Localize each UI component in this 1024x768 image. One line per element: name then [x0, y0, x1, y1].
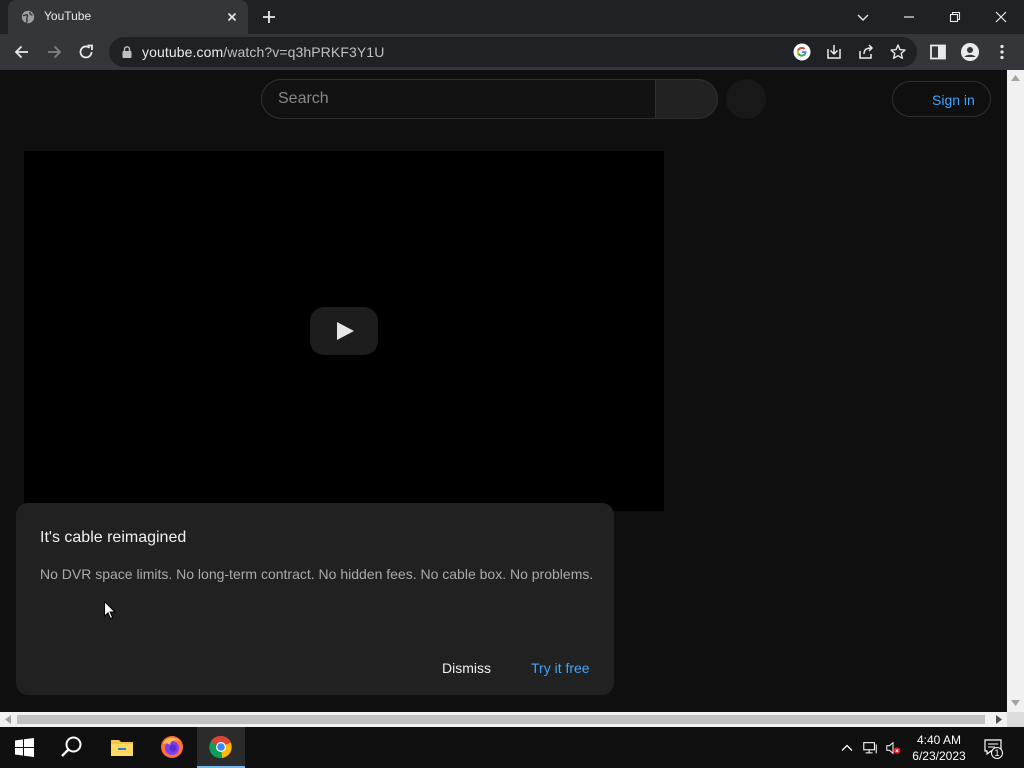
google-lens-icon[interactable]: [793, 43, 811, 61]
notification-center-button[interactable]: 1: [976, 727, 1024, 768]
horizontal-scroll-thumb[interactable]: [17, 715, 985, 724]
dialog-body: No DVR space limits. No long-term contra…: [40, 566, 594, 582]
search-button[interactable]: [655, 79, 718, 119]
reload-icon[interactable]: [76, 42, 96, 62]
search-icon: [61, 736, 82, 757]
back-icon[interactable]: [12, 42, 32, 62]
install-app-icon[interactable]: [825, 43, 843, 61]
more-menu-icon[interactable]: [992, 42, 1012, 62]
minimize-icon[interactable]: [898, 6, 920, 28]
url-host: youtube.com: [142, 44, 224, 60]
scroll-left-icon[interactable]: [5, 715, 11, 724]
close-tab-icon[interactable]: [224, 9, 240, 25]
new-tab-icon[interactable]: [260, 8, 278, 26]
address-bar[interactable]: youtube.com/watch?v=q3hPRKF3Y1U: [109, 37, 917, 67]
taskbar-file-explorer[interactable]: [98, 727, 146, 768]
bookmark-star-icon[interactable]: [889, 43, 907, 61]
search-box[interactable]: [261, 79, 655, 119]
try-it-free-button[interactable]: Try it free: [531, 660, 590, 676]
sign-in-button[interactable]: Sign in: [892, 81, 991, 117]
mouse-cursor-icon: [104, 601, 116, 620]
taskbar-chrome[interactable]: [197, 727, 245, 768]
url-path: /watch?v=q3hPRKF3Y1U: [223, 44, 385, 60]
start-button[interactable]: [0, 727, 48, 768]
promo-dialog: It's cable reimagined No DVR space limit…: [16, 503, 614, 695]
firefox-icon: [161, 736, 183, 758]
browser-tab-strip: YouTube: [0, 0, 1024, 34]
system-clock[interactable]: 4:40 AM 6/23/2023: [908, 732, 970, 764]
notification-count-badge: 1: [991, 747, 1003, 759]
globe-icon: [21, 10, 35, 24]
voice-search-button[interactable]: [726, 79, 766, 119]
side-panel-icon[interactable]: [928, 42, 948, 62]
tab-search-chevron-icon[interactable]: [852, 6, 874, 28]
vertical-scrollbar[interactable]: [1007, 70, 1024, 712]
tab-title: YouTube: [44, 9, 92, 23]
share-icon[interactable]: [857, 43, 875, 61]
taskbar-firefox[interactable]: [148, 727, 196, 768]
show-hidden-icons-chevron-icon[interactable]: [839, 740, 855, 756]
lock-icon[interactable]: [121, 45, 133, 59]
browser-toolbar: youtube.com/watch?v=q3hPRKF3Y1U: [0, 34, 1024, 70]
video-player[interactable]: [24, 151, 664, 511]
tab-youtube[interactable]: YouTube: [8, 0, 248, 34]
scrollbar-corner: [1007, 712, 1024, 727]
taskbar-search-button[interactable]: [48, 727, 96, 768]
scroll-up-icon[interactable]: [1011, 75, 1020, 81]
url-text[interactable]: youtube.com/watch?v=q3hPRKF3Y1U: [142, 44, 384, 60]
dismiss-button[interactable]: Dismiss: [442, 660, 491, 676]
forward-icon[interactable]: [44, 42, 64, 62]
dialog-heading: It's cable reimagined: [40, 529, 187, 546]
chrome-icon: [209, 735, 232, 759]
clock-date: 6/23/2023: [912, 749, 966, 763]
youtube-page: Sign in It's cable reimagined No DVR spa…: [0, 70, 1007, 712]
file-explorer-icon: [111, 740, 133, 756]
windows-taskbar: 4:40 AM 6/23/2023 1: [0, 727, 1024, 768]
scroll-down-icon[interactable]: [1011, 700, 1020, 706]
horizontal-scrollbar[interactable]: [0, 712, 1007, 727]
search-input[interactable]: [278, 80, 638, 118]
volume-muted-icon[interactable]: [885, 740, 901, 756]
profile-icon[interactable]: [960, 42, 980, 62]
start-icon: [15, 738, 34, 757]
clock-time: 4:40 AM: [916, 733, 962, 747]
close-window-icon[interactable]: [990, 6, 1012, 28]
play-icon: [337, 322, 354, 340]
play-button[interactable]: [310, 307, 378, 355]
scroll-right-icon[interactable]: [996, 715, 1002, 724]
network-icon[interactable]: [862, 740, 878, 756]
restore-icon[interactable]: [944, 6, 966, 28]
